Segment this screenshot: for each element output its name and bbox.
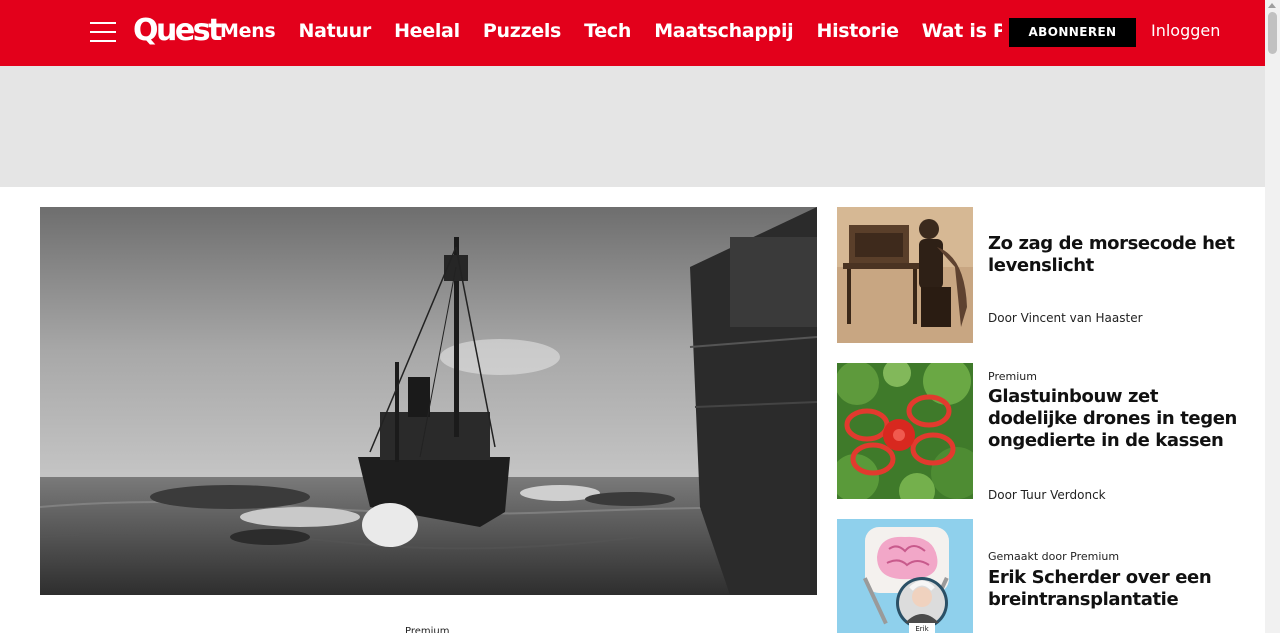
article-kicker: Premium (988, 370, 1037, 383)
drone-photo (837, 363, 973, 499)
login-link[interactable]: Inloggen (1151, 20, 1220, 42)
article-kicker: Gemaakt door Premium (988, 550, 1120, 563)
menu-icon[interactable] (90, 20, 116, 44)
brain-illustration: Erik (837, 519, 973, 633)
article-card[interactable]: Erik Gemaakt door Premium Erik Scherder … (837, 519, 1247, 633)
article-thumbnail-brain[interactable]: Erik (837, 519, 973, 633)
nav-item-maatschappij[interactable]: Maatschappij (654, 17, 793, 45)
hero-image[interactable] (40, 207, 817, 595)
article-thumbnail-drone[interactable] (837, 363, 973, 499)
nav-item-tech[interactable]: Tech (584, 17, 631, 45)
whaling-ship-photo (40, 207, 817, 595)
article-card[interactable]: Premium Glastuinbouw zet dodelijke drone… (837, 363, 1247, 502)
article-thumbnail-morse[interactable] (837, 207, 973, 343)
top-navigation-bar: Quest Mens Natuur Heelal Puzzels Tech Ma… (0, 0, 1265, 66)
article-author: Door Vincent van Haaster (988, 311, 1143, 325)
article-author: Door Tuur Verdonck (988, 488, 1106, 502)
scroll-up-arrow-icon[interactable] (1268, 3, 1276, 8)
article-card[interactable]: Zo zag de morsecode het levenslicht Door… (837, 207, 1247, 343)
main-nav: Mens Natuur Heelal Puzzels Tech Maatscha… (220, 17, 1002, 47)
nav-item-premium[interactable]: Wat is Premiu (922, 17, 1002, 45)
nav-item-puzzels[interactable]: Puzzels (483, 17, 561, 45)
quest-logo[interactable]: Quest (133, 10, 222, 52)
page-scrollbar[interactable] (1265, 0, 1280, 633)
subscribe-button[interactable]: ABONNEREN (1009, 18, 1136, 47)
quest-homepage: Quest Mens Natuur Heelal Puzzels Tech Ma… (0, 0, 1280, 633)
article-title[interactable]: Zo zag de morsecode het levenslicht (988, 233, 1238, 277)
morse-operator-photo (837, 207, 973, 343)
advertisement-banner (0, 66, 1265, 187)
nav-item-natuur[interactable]: Natuur (299, 17, 372, 45)
article-title[interactable]: Erik Scherder over een breintransplantat… (988, 567, 1238, 611)
hero-premium-label: Premium (405, 626, 450, 633)
nav-item-heelal[interactable]: Heelal (394, 17, 460, 45)
article-title[interactable]: Glastuinbouw zet dodelijke drones in teg… (988, 386, 1238, 452)
image-caption-erik: Erik (915, 625, 929, 633)
scrollbar-thumb[interactable] (1268, 12, 1277, 54)
nav-item-historie[interactable]: Historie (816, 17, 899, 45)
nav-item-mens[interactable]: Mens (220, 17, 276, 45)
